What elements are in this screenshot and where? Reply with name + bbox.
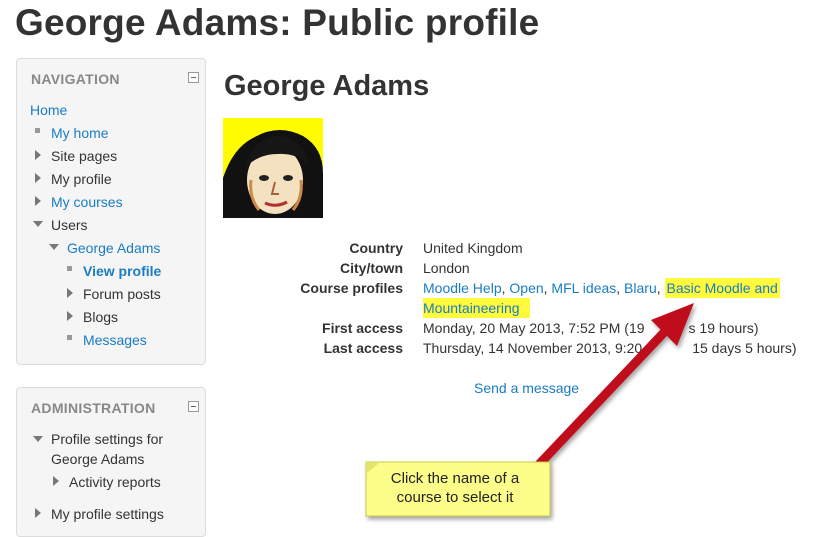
- collapse-icon[interactable]: [188, 72, 199, 83]
- course-profiles-line2: Mountaineering: [423, 298, 530, 318]
- nav-messages-link[interactable]: Messages: [83, 332, 147, 348]
- nav-view-profile-link[interactable]: View profile: [83, 263, 161, 279]
- country-label: Country: [349, 240, 403, 256]
- country-value: United Kingdom: [423, 240, 523, 256]
- administration-block: ADMINISTRATION Profile settings for Geor…: [16, 387, 206, 537]
- course-link-blaru[interactable]: Blaru: [624, 280, 657, 296]
- expand-arrow-icon[interactable]: [53, 476, 59, 486]
- first-access-text-b: s 19 hours): [688, 320, 759, 336]
- callout-note: Click the name of a course to select it: [360, 455, 550, 520]
- callout-line1: Click the name of a: [390, 470, 520, 487]
- nav-forum-posts[interactable]: Forum posts: [83, 286, 161, 302]
- admin-activity-reports[interactable]: Activity reports: [69, 474, 161, 490]
- expand-arrow-icon[interactable]: [35, 150, 41, 160]
- profile-name: George Adams: [224, 70, 430, 102]
- course-profiles-label: Course profiles: [300, 280, 403, 296]
- administration-heading: ADMINISTRATION: [31, 400, 156, 416]
- course-link-mountaineering[interactable]: Mountaineering: [423, 298, 530, 318]
- bullet-icon: [67, 335, 72, 340]
- nav-my-profile[interactable]: My profile: [51, 171, 112, 187]
- nav-george-adams-link[interactable]: George Adams: [67, 240, 160, 256]
- city-value: London: [423, 260, 470, 276]
- collapse-arrow-icon[interactable]: [49, 244, 59, 250]
- expand-arrow-icon[interactable]: [67, 288, 73, 298]
- admin-my-profile-settings[interactable]: My profile settings: [51, 506, 164, 522]
- expand-arrow-icon[interactable]: [35, 196, 41, 206]
- first-access-label: First access: [322, 320, 403, 336]
- expand-arrow-icon[interactable]: [67, 311, 73, 321]
- bullet-icon: [67, 266, 72, 271]
- nav-blogs[interactable]: Blogs: [83, 309, 118, 325]
- last-access-text-b: 15 days 5 hours): [692, 340, 797, 356]
- nav-users[interactable]: Users: [51, 217, 88, 233]
- avatar: [223, 118, 323, 218]
- admin-profile-settings-line1[interactable]: Profile settings for: [51, 431, 163, 447]
- nav-home-link[interactable]: Home: [30, 102, 67, 118]
- send-message-link[interactable]: Send a message: [474, 380, 579, 396]
- nav-site-pages[interactable]: Site pages: [51, 148, 117, 164]
- course-link-basic-moodle[interactable]: Basic Moodle and: [664, 278, 780, 298]
- course-profiles-list: Moodle Help, Open, MFL ideas, Blaru, Bas…: [423, 278, 780, 298]
- collapse-arrow-icon[interactable]: [33, 221, 43, 227]
- collapse-arrow-icon[interactable]: [33, 436, 43, 442]
- first-access-value: Monday, 20 May 2013, 7:52 PM (19 s 19 hou…: [423, 320, 759, 336]
- expand-arrow-icon[interactable]: [35, 173, 41, 183]
- callout-line2: course to select it: [396, 489, 514, 506]
- expand-arrow-icon[interactable]: [35, 508, 41, 518]
- page-title: George Adams: Public profile: [15, 2, 540, 43]
- collapse-icon[interactable]: [188, 401, 199, 412]
- last-access-text-a: Thursday, 14 November 2013, 9:20: [423, 340, 643, 356]
- course-link-open[interactable]: Open: [509, 280, 543, 296]
- course-link-moodle-help[interactable]: Moodle Help: [423, 280, 502, 296]
- last-access-value: Thursday, 14 November 2013, 9:20 15 days …: [423, 340, 797, 356]
- nav-my-courses-link[interactable]: My courses: [51, 194, 123, 210]
- bullet-icon: [35, 128, 40, 133]
- city-label: City/town: [340, 260, 403, 276]
- nav-my-home-link[interactable]: My home: [51, 125, 109, 141]
- course-link-mfl-ideas[interactable]: MFL ideas: [551, 280, 616, 296]
- last-access-label: Last access: [323, 340, 403, 356]
- navigation-heading: NAVIGATION: [31, 71, 120, 87]
- navigation-block: NAVIGATION Home My home Site pages My pr…: [16, 58, 206, 365]
- admin-profile-settings-line2[interactable]: George Adams: [51, 451, 144, 467]
- first-access-text-a: Monday, 20 May 2013, 7:52 PM (19: [423, 320, 645, 336]
